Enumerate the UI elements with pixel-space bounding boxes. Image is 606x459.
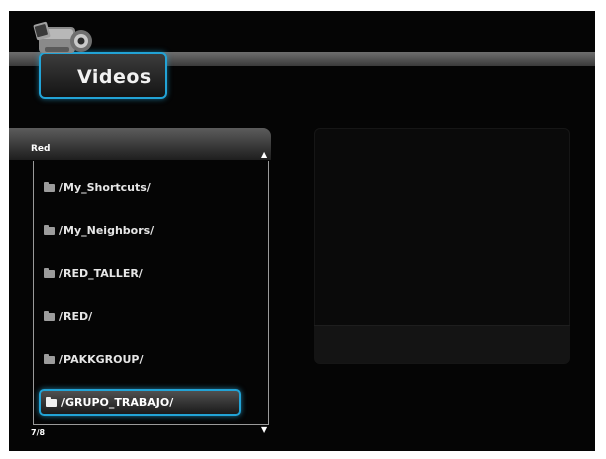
folder-icon	[44, 224, 55, 235]
list-item-label: /RED/	[59, 310, 93, 323]
folder-icon	[46, 396, 57, 407]
preview-info-bar	[314, 325, 570, 363]
list-item[interactable]: /RED/	[33, 295, 269, 338]
folder-icon	[44, 181, 55, 192]
browser-path-label: Red	[31, 144, 51, 154]
folder-icon	[44, 353, 55, 364]
list-item[interactable]: /RED_TALLER/	[33, 252, 269, 295]
list-item-label: /PAKKGROUP/	[59, 353, 144, 366]
file-list: /My_Shortcuts/ /My_Neighbors/ /RED_TALLE…	[33, 166, 269, 416]
video-camera-icon	[33, 21, 92, 53]
list-item[interactable]: /My_Neighbors/	[33, 209, 269, 252]
scroll-down-icon[interactable]: ▼	[261, 425, 267, 434]
folder-icon	[44, 267, 55, 278]
scroll-up-icon[interactable]: ▲	[261, 150, 267, 159]
list-item[interactable]: /My_Shortcuts/	[33, 166, 269, 209]
list-item-label: /My_Shortcuts/	[59, 181, 151, 194]
list-item-label: /My_Neighbors/	[59, 224, 155, 237]
list-item[interactable]: /PAKKGROUP/	[33, 338, 269, 381]
section-title: Videos	[77, 66, 152, 88]
list-item-selected[interactable]: /GRUPO_TRABAJO/	[39, 389, 241, 416]
folder-icon	[44, 310, 55, 321]
page-indicator: 7/8	[31, 428, 46, 437]
list-item-label: /GRUPO_TRABAJO/	[61, 396, 174, 409]
list-item-label: /RED_TALLER/	[59, 267, 143, 280]
media-player-screen: Videos Red ▲ /My_Shortcuts/ /My_Neighbor…	[9, 11, 595, 451]
